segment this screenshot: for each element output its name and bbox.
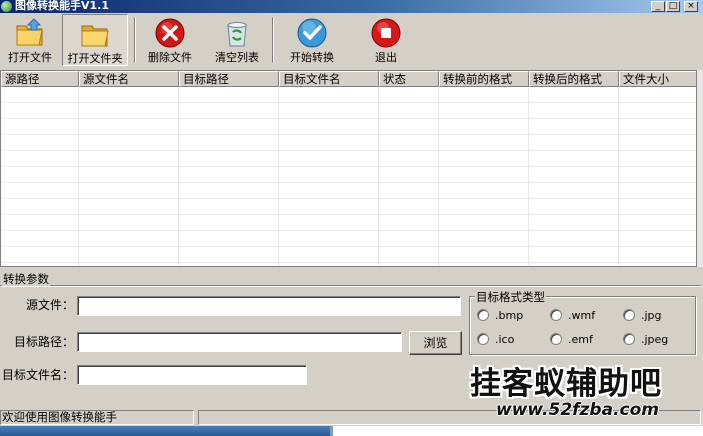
grid-line	[1, 198, 696, 199]
conversion-params-panel: 转换参数 源文件： 目标路径： 浏览 目标文件名： 目标格式类型 .bmp .w…	[0, 272, 703, 402]
grid-line	[278, 87, 279, 266]
start-convert-label: 开始转换	[290, 51, 334, 64]
radio-label: .emf	[568, 333, 593, 346]
table-header: 源路径 源文件名 目标路径 目标文件名 状态 转换前的格式 转换后的格式 文件大…	[1, 71, 696, 87]
radio-label: .jpeg	[641, 333, 669, 346]
radio-label: .bmp	[495, 309, 524, 322]
desktop-taskbar	[0, 426, 703, 436]
grid-line	[1, 166, 696, 167]
checkmark-icon	[297, 18, 327, 48]
folder-icon	[81, 25, 109, 47]
target-path-label: 目标路径：	[13, 335, 74, 349]
column-header[interactable]: 转换后的格式	[529, 71, 619, 87]
target-name-input[interactable]	[77, 365, 307, 385]
radio-button[interactable]	[550, 309, 562, 321]
taskbar-divider	[330, 426, 333, 436]
exit-label: 退出	[375, 51, 397, 64]
grid-line	[438, 87, 439, 266]
radio-button[interactable]	[623, 333, 635, 345]
maximize-button[interactable]: □	[666, 1, 680, 12]
grid-line	[618, 87, 619, 266]
format-radio-ico[interactable]: .ico	[477, 333, 514, 347]
toolbar-separator	[272, 17, 274, 63]
open-file-label: 打开文件	[8, 51, 52, 64]
radio-button[interactable]	[550, 333, 562, 345]
format-group-label: 目标格式类型	[475, 290, 546, 304]
recycle-bin-icon	[227, 22, 247, 47]
grid-line	[78, 87, 79, 266]
exit-button[interactable]: 退出	[364, 14, 408, 66]
status-bar: 欢迎使用图像转换能手	[0, 408, 703, 426]
column-header[interactable]: 文件大小	[619, 71, 696, 87]
grid-line	[528, 87, 529, 266]
open-file-button[interactable]: 打开文件	[2, 14, 58, 66]
vertical-scrollbar[interactable]	[697, 70, 703, 267]
status-panel-empty	[198, 410, 701, 425]
grid-line	[1, 262, 696, 263]
format-radio-wmf[interactable]: .wmf	[550, 309, 595, 323]
format-radio-jpeg[interactable]: .jpeg	[623, 333, 668, 347]
grid-line	[378, 87, 379, 266]
format-radio-jpg[interactable]: .jpg	[623, 309, 662, 323]
open-folder-icon	[16, 18, 43, 46]
open-folder-button[interactable]: 打开文件夹	[62, 14, 128, 66]
window-title: 图像转换能手V1.1	[15, 0, 109, 12]
group-border	[0, 285, 701, 286]
start-convert-button[interactable]: 开始转换	[282, 14, 342, 66]
column-header[interactable]: 目标路径	[179, 71, 279, 87]
open-folder-label: 打开文件夹	[67, 52, 123, 65]
column-header[interactable]: 源路径	[1, 71, 79, 87]
format-radio-bmp[interactable]: .bmp	[477, 309, 523, 323]
column-header[interactable]: 目标文件名	[279, 71, 379, 87]
column-header[interactable]: 状态	[379, 71, 439, 87]
source-file-label: 源文件：	[25, 298, 74, 312]
title-bar[interactable]: 图像转换能手V1.1 _ □ ×	[0, 0, 703, 13]
radio-button[interactable]	[477, 333, 489, 345]
grid-line	[1, 182, 696, 183]
grid-line	[1, 214, 696, 215]
column-header[interactable]: 转换前的格式	[439, 71, 529, 87]
delete-file-label: 删除文件	[148, 51, 192, 64]
format-radio-emf[interactable]: .emf	[550, 333, 593, 347]
delete-file-button[interactable]: 删除文件	[140, 14, 200, 66]
delete-icon	[155, 18, 185, 48]
radio-label: .jpg	[641, 309, 662, 322]
file-list-table[interactable]: 源路径 源文件名 目标路径 目标文件名 状态 转换前的格式 转换后的格式 文件大…	[0, 70, 697, 267]
browse-button[interactable]: 浏览	[409, 331, 462, 355]
close-window-button[interactable]: ×	[684, 1, 698, 12]
toolbar-separator	[134, 17, 136, 63]
status-message: 欢迎使用图像转换能手	[0, 410, 194, 425]
grid-line	[1, 134, 696, 135]
radio-button[interactable]	[623, 309, 635, 321]
clear-list-button[interactable]: 清空列表	[207, 14, 267, 66]
target-name-label: 目标文件名：	[1, 368, 74, 382]
column-header[interactable]: 源文件名	[79, 71, 179, 87]
source-file-input[interactable]	[77, 296, 461, 316]
toolbar: 打开文件 打开文件夹 删除文件 清空列表 开始转换 退出	[0, 13, 703, 68]
minimize-button[interactable]: _	[651, 1, 665, 12]
radio-label: .ico	[495, 333, 515, 346]
app-icon	[1, 1, 12, 12]
stop-icon	[371, 18, 401, 48]
target-path-input[interactable]	[77, 332, 402, 352]
radio-button[interactable]	[477, 309, 489, 321]
grid-line	[1, 230, 696, 231]
grid-line	[1, 102, 696, 103]
params-group-label: 转换参数	[2, 272, 50, 286]
grid-line	[178, 87, 179, 266]
grid-line	[1, 246, 696, 247]
grid-line	[1, 118, 696, 119]
radio-label: .wmf	[568, 309, 596, 322]
taskbar-region	[0, 426, 330, 436]
grid-line	[1, 150, 696, 151]
clear-list-label: 清空列表	[215, 51, 259, 64]
